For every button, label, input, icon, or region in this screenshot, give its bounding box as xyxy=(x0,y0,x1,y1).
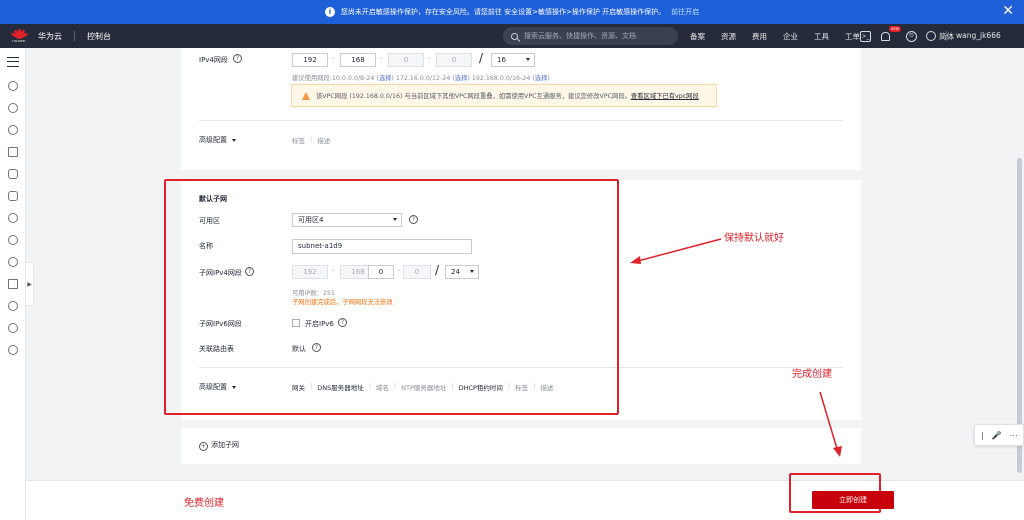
vpc-cidr-octet-4[interactable]: 0 xyxy=(436,53,472,67)
microphone-icon[interactable]: 🎤 xyxy=(992,431,1002,440)
chevron-down-icon xyxy=(526,58,530,61)
new-badge: new xyxy=(888,25,901,32)
cloud-network-icon[interactable] xyxy=(8,257,18,267)
drag-handle-icon[interactable]: | xyxy=(981,431,984,440)
view-existing-vpc-link[interactable]: 查看区域下已有vpc网段 xyxy=(631,91,699,100)
globe-network-icon[interactable] xyxy=(8,345,18,355)
nav-link-tickets[interactable]: 工单 xyxy=(845,31,860,42)
main-content: IPv4网段 ? 192 · 168 · 0 · 0 / 16 建议使用网段:1… xyxy=(26,48,1024,480)
notice-text: 您尚未开启敏感操作保护，存在安全风险。请您前往 安全设置>敏感操作>操作保护 开… xyxy=(340,8,666,16)
vpc-overlap-warning: 该VPC网段 (192.168.0.0/16) 与当前区域下其他VPC网段重叠，… xyxy=(291,84,717,107)
page-scrollbar[interactable] xyxy=(1015,48,1024,480)
vpc-advanced-tabs: 标签 | 描述 xyxy=(292,135,331,145)
arrow-annotation-icon xyxy=(630,238,722,264)
close-icon[interactable]: ✕ xyxy=(1002,3,1014,19)
warning-icon xyxy=(302,91,310,100)
nav-link-billing[interactable]: 费用 xyxy=(752,31,767,42)
vpc-cidr-octet-1[interactable]: 192 xyxy=(292,53,328,67)
chevron-down-icon xyxy=(232,138,236,142)
bell-icon[interactable]: new xyxy=(880,25,901,42)
activity-icon[interactable]: ⏲ xyxy=(906,30,917,42)
arrow-annotation-icon xyxy=(819,391,842,457)
nav-link-tools[interactable]: 工具 xyxy=(814,31,829,42)
top-navigation: HUAWEI 华为云 控制台 搜索云服务、快捷操作、资源、文档 备案 资源 费用… xyxy=(0,24,1024,48)
annotation-finish-create: 完成创建 xyxy=(792,369,832,380)
vpc-advanced-config-toggle[interactable]: 高级配置 xyxy=(199,135,236,145)
create-now-button[interactable]: 立即创建 xyxy=(812,491,894,509)
user-group-icon[interactable] xyxy=(8,323,18,333)
service-sidebar xyxy=(0,48,26,520)
vpc-tab-description[interactable]: 描述 xyxy=(317,135,330,145)
console-link[interactable]: 控制台 xyxy=(87,31,111,42)
cloud-database-icon[interactable] xyxy=(8,125,18,135)
select-cidr-link-2[interactable]: 选择 xyxy=(455,75,468,82)
cloud-server-icon[interactable] xyxy=(8,81,18,91)
help-icon[interactable]: ? xyxy=(233,54,242,63)
search-icon xyxy=(511,32,518,40)
select-cidr-link-1[interactable]: 选择 xyxy=(379,75,392,82)
notice-link[interactable]: 前往开启 xyxy=(671,7,699,17)
cloud-sync-icon[interactable] xyxy=(8,235,18,245)
nav-link-enterprise[interactable]: 企业 xyxy=(783,31,798,42)
nav-link-resources[interactable]: 资源 xyxy=(721,31,736,42)
menu-icon[interactable] xyxy=(7,57,19,67)
add-subnet-button[interactable]: + 添加子网 xyxy=(199,440,239,451)
search-placeholder: 搜索云服务、快捷操作、资源、文档 xyxy=(524,32,636,40)
bottom-action-bar: 免费创建 立即创建 xyxy=(26,473,1024,520)
nav-icons: >_ new ⏲ 简体 xyxy=(860,24,954,48)
more-icon[interactable]: ⋯ xyxy=(1010,431,1018,440)
vpc-ipv4-label: IPv4网段 xyxy=(199,56,228,64)
floating-toolbar[interactable]: | 🎤 ⋯ xyxy=(974,424,1024,446)
search-input[interactable]: 搜索云服务、快捷操作、资源、文档 xyxy=(503,27,678,45)
nav-link-filing[interactable]: 备案 xyxy=(690,31,705,42)
add-subnet-card: + 添加子网 xyxy=(181,428,861,464)
annotation-keep-default: 保持默认就好 xyxy=(724,233,784,244)
circle-settings-icon[interactable] xyxy=(8,301,18,311)
subnet-highlight-box xyxy=(164,179,619,415)
document-icon[interactable] xyxy=(8,191,18,201)
brand-name[interactable]: 华为云 xyxy=(38,31,62,42)
vpc-mask-select[interactable]: 16 xyxy=(491,53,535,67)
terminal-icon[interactable]: >_ xyxy=(860,30,871,42)
vpc-cidr-hint: 建议使用网段:10.0.0.0/8-24 (选择) 172.16.0.0/12-… xyxy=(292,75,550,82)
nav-links: 备案 资源 费用 企业 工具 工单 xyxy=(690,24,876,48)
cloud-upload-icon[interactable] xyxy=(8,103,18,113)
vpc-basic-card: IPv4网段 ? 192 · 168 · 0 · 0 / 16 建议使用网段:1… xyxy=(181,48,861,170)
info-icon: i xyxy=(324,7,335,17)
huawei-logo[interactable]: HUAWEI xyxy=(10,27,29,45)
plus-circle-icon: + xyxy=(199,442,208,451)
annotation-free-create: 免费创建 xyxy=(184,498,224,509)
notice-bar: i 您尚未开启敏感操作保护，存在安全风险。请您前往 安全设置>敏感操作>操作保护… xyxy=(0,0,1024,24)
bridge-icon[interactable] xyxy=(8,147,18,157)
upload-icon[interactable] xyxy=(8,279,18,289)
vpc-cidr-octet-2[interactable]: 168 xyxy=(340,53,376,67)
vpc-cidr-octet-3[interactable]: 0 xyxy=(388,53,424,67)
storage-icon[interactable] xyxy=(8,169,18,179)
select-cidr-link-3[interactable]: 选择 xyxy=(535,75,548,82)
cloud-icon[interactable] xyxy=(8,213,18,223)
vpc-tab-tags[interactable]: 标签 xyxy=(292,135,305,145)
user-account[interactable]: wang_jk666 xyxy=(956,24,1001,48)
globe-icon[interactable] xyxy=(926,31,936,41)
